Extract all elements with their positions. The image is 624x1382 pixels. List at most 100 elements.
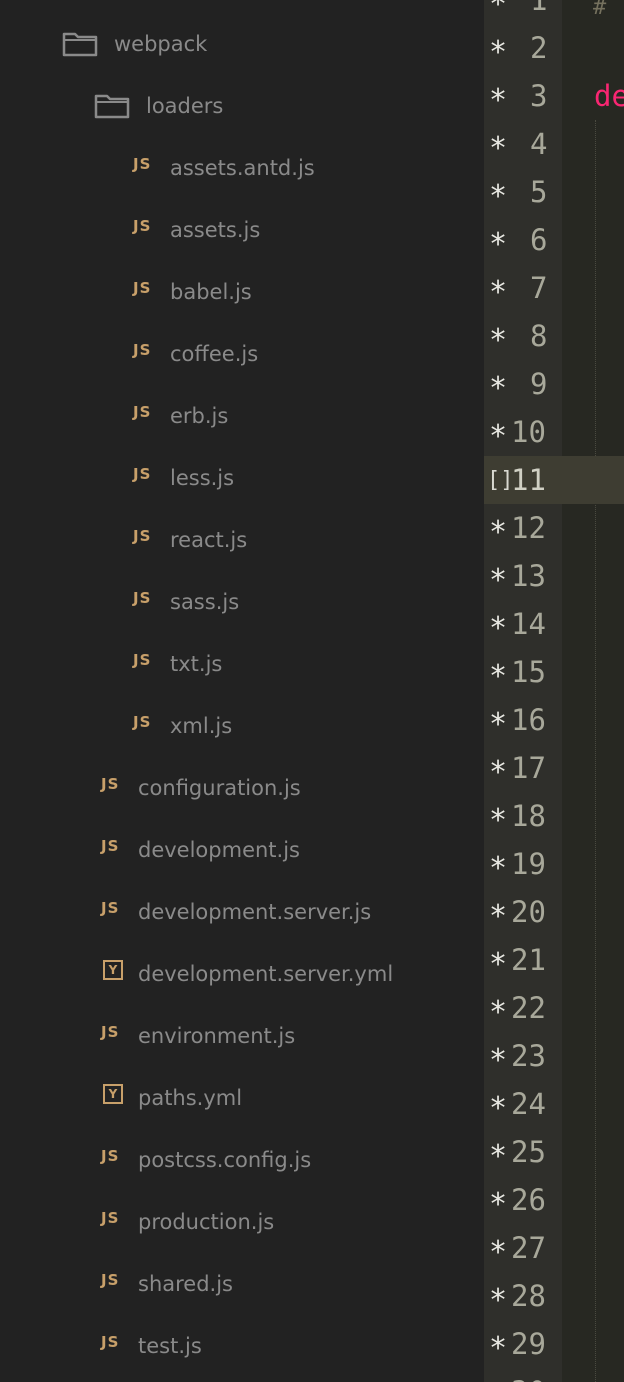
gutter-line[interactable]: * 14 [484, 600, 562, 648]
js-file-icon: JS [101, 1209, 120, 1227]
file-babel.js[interactable]: JS babel.js [0, 261, 484, 323]
gutter-line[interactable]: * 15 [484, 648, 562, 696]
line-number: 16 [511, 703, 546, 737]
file-configuration.js[interactable]: JS configuration.js [0, 757, 484, 819]
gutter-line[interactable]: * 20 [484, 888, 562, 936]
file-less.js[interactable]: JS less.js [0, 447, 484, 509]
modified-marker: * [489, 0, 508, 22]
gutter-line[interactable]: [] 11 [484, 456, 562, 504]
file-label: xml.js [170, 714, 233, 738]
file-label: production.js [138, 1210, 275, 1234]
file-environment.js[interactable]: JS environment.js [0, 1005, 484, 1067]
gutter-line[interactable]: * 13 [484, 552, 562, 600]
file-postcss.config.js[interactable]: JS postcss.config.js [0, 1129, 484, 1191]
line-number: 22 [511, 991, 546, 1025]
gutter-line[interactable]: * 8 [484, 312, 562, 360]
gutter-line[interactable]: * 10 [484, 408, 562, 456]
gutter-line[interactable]: * 2 [484, 24, 562, 72]
gutter-line[interactable]: * 25 [484, 1128, 562, 1176]
gutter-line[interactable]: * 7 [484, 264, 562, 312]
gutter-line[interactable]: * 29 [484, 1320, 562, 1368]
line-number: 21 [511, 943, 546, 977]
file-label: coffee.js [170, 342, 259, 366]
gutter-line[interactable]: * 17 [484, 744, 562, 792]
file-sass.js[interactable]: JS sass.js [0, 571, 484, 633]
folder-webpack[interactable]: webpack [0, 13, 484, 75]
modified-marker: * [489, 1187, 508, 1222]
gutter-line[interactable]: * 22 [484, 984, 562, 1032]
modified-marker: * [489, 947, 508, 982]
modified-marker: * [489, 1283, 508, 1318]
modified-marker: * [489, 1139, 508, 1174]
folder-icon [94, 93, 130, 119]
file-coffee.js[interactable]: JS coffee.js [0, 323, 484, 385]
file-test.js[interactable]: JS test.js [0, 1315, 484, 1377]
gutter-line[interactable]: * 26 [484, 1176, 562, 1224]
gutter-line[interactable]: * 5 [484, 168, 562, 216]
code-editor[interactable]: # de [562, 0, 624, 1382]
file-label: loaders [146, 94, 224, 118]
file-label: configuration.js [138, 776, 301, 800]
file-label: postcss.config.js [138, 1148, 312, 1172]
line-number: 12 [511, 511, 546, 545]
gutter-line[interactable]: * 16 [484, 696, 562, 744]
file-label: test.js [138, 1334, 202, 1358]
file-label: less.js [170, 466, 235, 490]
indent-guide [595, 120, 596, 1382]
modified-marker: * [489, 83, 508, 118]
js-file-icon: JS [101, 1271, 120, 1289]
line-number: 23 [511, 1039, 546, 1073]
folder-loaders[interactable]: loaders [0, 75, 484, 137]
file-production.js[interactable]: JS production.js [0, 1191, 484, 1253]
file-paths.yml[interactable]: Ypaths.yml [0, 1067, 484, 1129]
js-file-icon: JS [133, 651, 152, 669]
modified-marker: * [489, 1331, 508, 1366]
file-label: shared.js [138, 1272, 233, 1296]
file-shared.js[interactable]: JS shared.js [0, 1253, 484, 1315]
line-number: 8 [530, 319, 548, 353]
file-react.js[interactable]: JS react.js [0, 509, 484, 571]
file-development.server.yml[interactable]: Ydevelopment.server.yml [0, 943, 484, 1005]
gutter-line[interactable]: * 3 [484, 72, 562, 120]
file-label: txt.js [170, 652, 223, 676]
gutter-line[interactable]: * 9 [484, 360, 562, 408]
js-file-icon: JS [101, 775, 120, 793]
file-assets.antd.js[interactable]: JS assets.antd.js [0, 137, 484, 199]
gutter-line[interactable]: * 12 [484, 504, 562, 552]
gutter-line[interactable]: *30 [484, 1368, 562, 1382]
line-number: 6 [530, 223, 548, 257]
file-label: development.js [138, 838, 300, 862]
file-xml.js[interactable]: JS xml.js [0, 695, 484, 757]
modified-marker: * [489, 227, 508, 262]
modified-marker: * [489, 851, 508, 886]
js-file-icon: JS [133, 341, 152, 359]
file-assets.js[interactable]: JS assets.js [0, 199, 484, 261]
gutter-line[interactable]: * 18 [484, 792, 562, 840]
gutter-line[interactable]: * 23 [484, 1032, 562, 1080]
gutter-line[interactable]: * 6 [484, 216, 562, 264]
file-label: sass.js [170, 590, 240, 614]
modified-marker: * [489, 179, 508, 214]
file-development.js[interactable]: JS development.js [0, 819, 484, 881]
file-development.server.js[interactable]: JS development.server.js [0, 881, 484, 943]
line-number: 7 [530, 271, 548, 305]
file-label: paths.yml [138, 1086, 243, 1110]
line-number: 27 [511, 1231, 546, 1265]
gutter-line[interactable]: * 4 [484, 120, 562, 168]
gutter-line[interactable]: * 19 [484, 840, 562, 888]
line-number: 19 [511, 847, 546, 881]
modified-marker: * [489, 755, 508, 790]
gutter-line[interactable]: * 28 [484, 1272, 562, 1320]
file-erb.js[interactable]: JS erb.js [0, 385, 484, 447]
modified-marker: * [489, 659, 508, 694]
gutter-line[interactable]: * 27 [484, 1224, 562, 1272]
file-label: development.server.js [138, 900, 372, 924]
line-number: 13 [511, 559, 546, 593]
editor-window: webpack loaders JS assets.antd.js JS assets.j… [0, 0, 624, 1382]
file-txt.js[interactable]: JS txt.js [0, 633, 484, 695]
file-label: assets.js [170, 218, 261, 242]
gutter-line[interactable]: * 1 [484, 0, 562, 24]
gutter-line[interactable]: * 24 [484, 1080, 562, 1128]
gutter-line[interactable]: * 21 [484, 936, 562, 984]
modified-marker: * [489, 995, 508, 1030]
